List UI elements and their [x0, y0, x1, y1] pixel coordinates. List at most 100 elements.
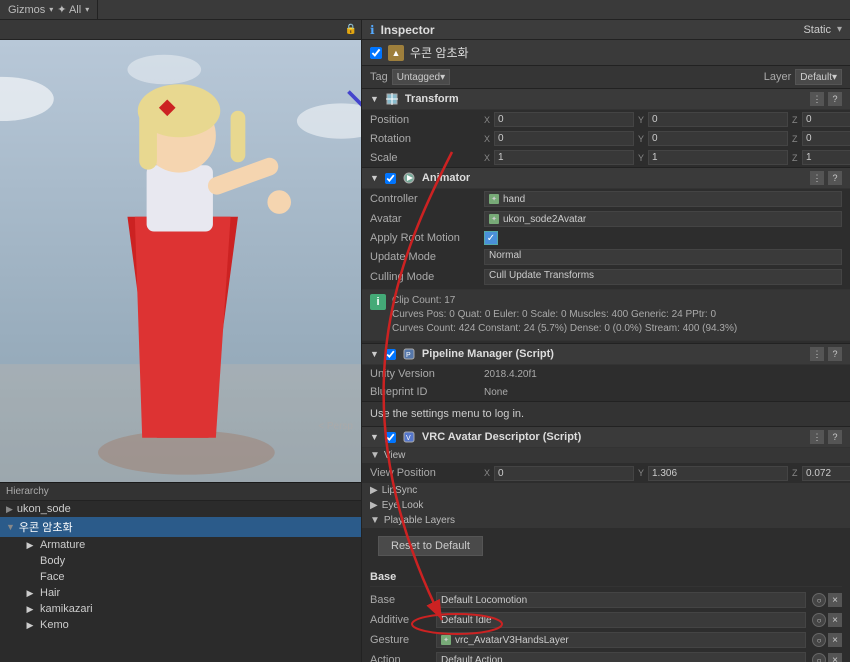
hier-parent[interactable]: ▶ ukon_sode — [0, 501, 361, 517]
tag-dropdown[interactable]: Untagged ▾ — [392, 69, 450, 85]
hier-tri-hair: ▶ — [24, 587, 36, 599]
gesture-layer-icon: ✦ — [441, 635, 451, 645]
hierarchy-title: Hierarchy — [6, 486, 49, 497]
action-layer-value[interactable]: Default Action — [436, 652, 806, 662]
blueprint-id-row: Blueprint ID None — [362, 383, 850, 401]
hier-tri-body — [24, 555, 36, 567]
vrc-help-btn[interactable]: ? — [828, 430, 842, 444]
additive-layer-label: Additive — [370, 614, 430, 626]
vp-z-input[interactable] — [802, 466, 850, 481]
scale-z-input[interactable] — [802, 150, 850, 165]
tag-label: Tag — [370, 71, 388, 83]
avatar-value-field[interactable]: ✦ ukon_sode2Avatar — [484, 211, 842, 227]
animator-title: Animator — [422, 172, 470, 184]
gizmos-menu[interactable]: Gizmos ▾ ✦ All ▾ — [0, 0, 98, 19]
vp-x-field: X — [484, 466, 634, 481]
hier-arrow-parent: ▶ — [6, 504, 13, 515]
gesture-circle-btn[interactable]: ○ — [812, 633, 826, 647]
unity-version-value: 2018.4.20f1 — [484, 369, 537, 380]
playable-layers-subheader[interactable]: ▼ Playable Layers — [362, 513, 850, 528]
base-layer-value[interactable]: Default Locomotion — [436, 592, 806, 608]
vrc-menu-btn[interactable]: ⋮ — [810, 430, 824, 444]
pos-z-input[interactable] — [802, 112, 850, 127]
layer-label: Layer — [764, 71, 792, 83]
pipeline-checkbox[interactable] — [385, 349, 396, 360]
rot-x-input[interactable] — [494, 131, 634, 146]
pos-y-input[interactable] — [648, 112, 788, 127]
avatar-icon: ✦ — [489, 214, 499, 224]
scale-x-label: X — [484, 153, 492, 163]
hier-body[interactable]: Body — [0, 553, 361, 569]
top-bar: Gizmos ▾ ✦ All ▾ — [0, 0, 850, 20]
rotation-row: Rotation X Y Z — [362, 129, 850, 148]
hier-hair[interactable]: ▶ Hair — [0, 585, 361, 601]
hier-face[interactable]: Face — [0, 569, 361, 585]
reset-to-default-button[interactable]: Reset to Default — [378, 536, 483, 556]
animator-icon — [402, 171, 416, 185]
vrc-header[interactable]: ▼ V VRC Avatar Descriptor (Script) ⋮ ? — [362, 427, 850, 448]
object-active-checkbox[interactable] — [370, 47, 382, 59]
scale-x-field: X — [484, 150, 634, 165]
hier-parent-label: ukon_sode — [17, 503, 71, 515]
position-row: Position X Y Z — [362, 110, 850, 129]
avatar-label: Avatar — [370, 213, 480, 225]
scale-y-input[interactable] — [648, 150, 788, 165]
animator-menu-btn[interactable]: ⋮ — [810, 171, 824, 185]
gesture-layer-value[interactable]: ✦ vrc_AvatarV3HandsLayer — [436, 632, 806, 648]
base-circle-btn[interactable]: ○ — [812, 593, 826, 607]
base-layers-section: Base Base Default Locomotion ○ × — [362, 564, 850, 662]
scale-x-input[interactable] — [494, 150, 634, 165]
inspector-icon: ℹ — [370, 23, 375, 37]
update-mode-select[interactable]: Normal — [484, 249, 842, 265]
rot-z-input[interactable] — [802, 131, 850, 146]
culling-mode-select[interactable]: Cull Update Transforms — [484, 269, 842, 285]
action-x-btn[interactable]: × — [828, 653, 842, 662]
additive-circle-btn[interactable]: ○ — [812, 613, 826, 627]
transform-title: Transform — [405, 93, 459, 105]
animator-help-btn[interactable]: ? — [828, 171, 842, 185]
hier-armature[interactable]: ▶ Armature — [0, 537, 361, 553]
rot-y-input[interactable] — [648, 131, 788, 146]
vp-y-input[interactable] — [648, 466, 788, 481]
view-subheader[interactable]: ▼ View — [362, 448, 850, 463]
inspector-title: Inspector — [381, 23, 435, 37]
scale-y-field: Y — [638, 150, 788, 165]
transform-icon — [385, 92, 399, 106]
controller-value-field[interactable]: ✦ hand — [484, 191, 842, 207]
apply-root-motion-checkbox[interactable]: ✓ — [484, 231, 498, 245]
animator-component: ▼ Animator ⋮ ? Controller ✦ — [362, 168, 850, 344]
hier-kamikazari[interactable]: ▶ kamikazari — [0, 601, 361, 617]
vrc-checkbox[interactable] — [385, 432, 396, 443]
pipeline-component: ▼ P Pipeline Manager (Script) ⋮ ? Unity … — [362, 344, 850, 402]
pipeline-help-btn[interactable]: ? — [828, 347, 842, 361]
hier-selected[interactable]: ▼ 우콘 암초화 — [0, 517, 361, 537]
hier-kemo[interactable]: ▶ Kemo — [0, 617, 361, 633]
animator-header[interactable]: ▼ Animator ⋮ ? — [362, 168, 850, 189]
static-dropdown-icon: ▾ — [837, 24, 842, 35]
persp-label: < Persp — [318, 421, 353, 432]
vp-z-label: Z — [792, 468, 800, 478]
gesture-x-btn[interactable]: × — [828, 633, 842, 647]
base-x-btn[interactable]: × — [828, 593, 842, 607]
lipsync-subheader[interactable]: ▶ LipSync — [362, 483, 850, 498]
animator-checkbox[interactable] — [385, 173, 396, 184]
additive-x-btn[interactable]: × — [828, 613, 842, 627]
pipeline-header[interactable]: ▼ P Pipeline Manager (Script) ⋮ ? — [362, 344, 850, 365]
vp-x-input[interactable] — [494, 466, 634, 481]
pos-x-input[interactable] — [494, 112, 634, 127]
eyelook-subheader[interactable]: ▶ Eye Look — [362, 498, 850, 513]
layer-dropdown[interactable]: Default ▾ — [795, 69, 842, 85]
controller-label: Controller — [370, 193, 480, 205]
transform-header[interactable]: ▼ Transform ⋮ ? — [362, 89, 850, 110]
transform-help-btn[interactable]: ? — [828, 92, 842, 106]
scene-canvas[interactable]: Y < Persp — [0, 40, 361, 482]
gizmos-chevron: ▾ — [49, 5, 53, 14]
blueprint-id-value: None — [484, 387, 508, 398]
transform-collapse-icon: ▼ — [370, 94, 379, 104]
additive-layer-value[interactable]: Default Idle — [436, 612, 806, 628]
tag-value: Untagged — [397, 72, 440, 83]
rot-y-label: Y — [638, 134, 646, 144]
pipeline-menu-btn[interactable]: ⋮ — [810, 347, 824, 361]
action-circle-btn[interactable]: ○ — [812, 653, 826, 662]
transform-menu-btn[interactable]: ⋮ — [810, 92, 824, 106]
